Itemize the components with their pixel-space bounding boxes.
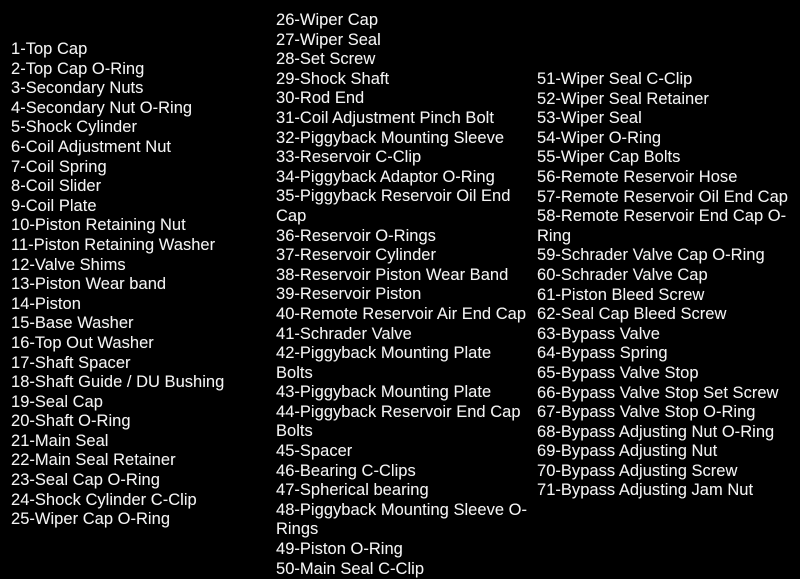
legend-entry: 10-Piston Retaining Nut [11,216,186,235]
legend-entry: 56-Remote Reservoir Hose [537,167,738,186]
legend-entry: 48-Piggyback Mounting Sleeve O-Rings [276,500,528,539]
legend-entry: 14-Piston [11,294,81,313]
legend-entry: 22-Main Seal Retainer [11,451,176,470]
legend-entry: 18-Shaft Guide / DU Bushing [11,373,225,392]
legend-entry: 62-Seal Cap Bleed Screw [537,305,727,324]
legend-entry: 71-Bypass Adjusting Jam Nut [537,481,754,500]
legend-entry: 20-Shaft O-Ring [11,412,131,431]
legend-column-2: 26-Wiper Cap 27-Wiper Seal 28-Set Screw 29-… [276,11,532,579]
legend-entry: 47-Spherical bearing [276,481,429,500]
legend-entry: 37-Reservoir Cylinder [276,246,436,265]
legend-entry: 7-Coil Spring [11,157,107,176]
legend-entry: 41-Schrader Valve [276,324,412,343]
legend-entry: 51-Wiper Seal C-Clip [537,70,693,88]
legend-column-1: 1-Top Cap 2-Top Cap O-Ring 3-Secondary Nut… [11,40,273,530]
legend-entry: 31-Coil Adjustment Pinch Bolt [276,108,494,127]
legend-entry: 24-Shock Cylinder C-Clip [11,490,197,509]
legend-entry: 21-Main Seal [11,431,109,450]
legend-entry: 15-Base Washer [11,314,134,333]
legend-entry: 60-Schrader Valve Cap [537,265,708,284]
legend-entry: 35-Piggyback Reservoir Oil End Cap [276,187,511,225]
parts-legend: 1-Top Cap 2-Top Cap O-Ring 3-Secondary Nut… [0,0,800,578]
legend-entry: 42-Piggyback Mounting Plate Bolts [276,344,492,382]
legend-entry: 25-Wiper Cap O-Ring [11,510,171,529]
legend-entry: 9-Coil Plate [11,196,97,215]
legend-entry: 4-Secondary Nut O-Ring [11,98,193,117]
legend-entry: 40-Remote Reservoir Air End Cap [276,304,527,323]
legend-entry: 2-Top Cap O-Ring [11,59,145,78]
legend-entry: 3-Secondary Nuts [11,79,144,98]
legend-entry: 46-Bearing C-Clips [276,461,416,480]
legend-entry: 70-Bypass Adjusting Screw [537,461,738,480]
legend-entry: 12-Valve Shims [11,255,126,274]
legend-entry: 39-Reservoir Piston [276,285,422,304]
legend-entry: 50-Main Seal C-Clip [276,559,425,578]
legend-entry: 34-Piggyback Adaptor O-Ring [276,167,495,186]
legend-entry: 52-Wiper Seal Retainer [537,89,709,108]
legend-entry: 32-Piggyback Mounting Sleeve [276,128,505,147]
legend-entry: 8-Coil Slider [11,177,102,196]
legend-entry: 58-Remote Reservoir End Cap O-Ring [537,207,787,245]
legend-entry: 59-Schrader Valve Cap O-Ring [537,246,765,265]
legend-entry: 1-Top Cap [11,40,88,58]
legend-entry: 53-Wiper Seal [537,109,642,128]
legend-entry: 30-Rod End [276,89,365,108]
legend-entry: 17-Shaft Spacer [11,353,131,372]
legend-entry: 49-Piston O-Ring [276,540,403,559]
legend-entry: 63-Bypass Valve [537,324,660,343]
legend-entry: 65-Bypass Valve Stop [537,363,699,382]
legend-entry: 6-Coil Adjustment Nut [11,137,171,156]
legend-entry: 26-Wiper Cap [276,11,379,29]
legend-entry: 29-Shock Shaft [276,69,390,88]
legend-entry: 67-Bypass Valve Stop O-Ring [537,403,756,422]
legend-entry: 19-Seal Cap [11,392,103,411]
legend-entry: 43-Piggyback Mounting Plate [276,383,492,402]
legend-entry: 45-Spacer [276,442,353,461]
legend-entry: 36-Reservoir O-Rings [276,226,436,245]
legend-entry: 38-Reservoir Piston Wear Band [276,265,509,284]
legend-entry: 61-Piston Bleed Screw [537,285,705,304]
legend-entry: 23-Seal Cap O-Ring [11,471,160,490]
legend-entry: 16-Top Out Washer [11,333,154,352]
legend-entry: 33-Reservoir C-Clip [276,148,422,167]
legend-entry: 54-Wiper O-Ring [537,128,662,147]
legend-entry: 69-Bypass Adjusting Nut [537,442,718,461]
legend-entry: 11-Piston Retaining Washer [11,235,216,254]
legend-entry: 27-Wiper Seal [276,30,381,49]
legend-entry: 68-Bypass Adjusting Nut O-Ring [537,422,775,441]
legend-entry: 44-Piggyback Reservoir End Cap Bolts [276,402,521,441]
legend-entry: 13-Piston Wear band [11,275,167,294]
legend-entry: 55-Wiper Cap Bolts [537,148,681,167]
legend-entry: 5-Shock Cylinder [11,118,137,137]
legend-entry: 28-Set Screw [276,50,376,69]
legend-column-3: 51-Wiper Seal C-Clip 52-Wiper Seal Retain… [537,70,796,501]
legend-entry: 66-Bypass Valve Stop Set Screw [537,383,779,402]
legend-entry: 57-Remote Reservoir Oil End Cap [537,187,788,206]
legend-entry: 64-Bypass Spring [537,344,668,363]
